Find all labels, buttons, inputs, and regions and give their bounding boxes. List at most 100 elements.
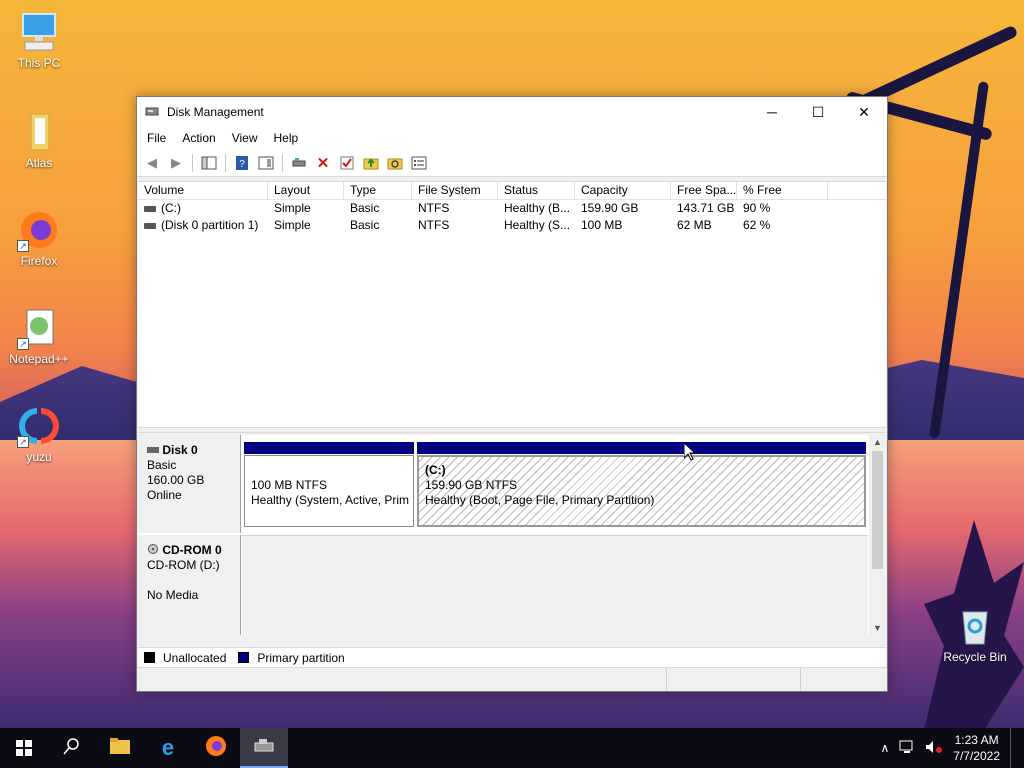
cell-capacity: 159.90 GB [581, 201, 639, 215]
table-row[interactable]: (Disk 0 partition 1) Simple Basic NTFS H… [138, 217, 886, 234]
list-view-icon[interactable] [408, 152, 430, 174]
title-bar[interactable]: Disk Management ─ ☐ ✕ [137, 97, 887, 127]
network-icon[interactable] [899, 740, 915, 757]
scroll-up-arrow-icon[interactable]: ▲ [869, 435, 886, 449]
disk-0-name: Disk 0 [162, 443, 198, 457]
cell-capacity: 100 MB [581, 218, 623, 232]
taskbar-internet-explorer[interactable]: e [144, 728, 192, 768]
desktop-icon-yuzu[interactable]: ↗ yuzu [4, 404, 74, 464]
taskbar-firefox[interactable] [192, 728, 240, 768]
start-button[interactable] [0, 728, 48, 768]
folder-up-icon[interactable] [360, 152, 382, 174]
window-title: Disk Management [167, 105, 264, 119]
scrollbar-thumb[interactable] [872, 451, 883, 569]
toolbar-separator [225, 153, 226, 172]
scroll-down-arrow-icon[interactable]: ▼ [869, 621, 886, 635]
check-icon[interactable] [336, 152, 358, 174]
column-header-status[interactable]: Status [498, 182, 575, 199]
volume-muted-icon[interactable] [925, 740, 943, 757]
volume-list: Volume Layout Type File System Status Ca… [138, 181, 886, 427]
svg-text:?: ? [239, 159, 245, 170]
recycle-bin-icon [953, 604, 997, 648]
graphical-view-scrollbar[interactable]: ▲ ▼ [869, 435, 886, 635]
disk-management-app-icon [145, 104, 159, 121]
cdrom-icon [147, 543, 159, 557]
volume-list-header: Volume Layout Type File System Status Ca… [138, 182, 886, 200]
desktop-icon-label: This PC [17, 56, 61, 70]
search-folder-icon[interactable] [384, 152, 406, 174]
desktop-icon-label: Atlas [25, 156, 53, 170]
pane-splitter[interactable] [138, 427, 886, 433]
monitor-icon [17, 10, 61, 54]
toolbar-separator [282, 153, 283, 172]
table-row[interactable]: (C:) Simple Basic NTFS Healthy (B... 159… [138, 200, 886, 217]
cell-layout: Simple [274, 218, 311, 232]
column-header-type[interactable]: Type [344, 182, 412, 199]
cdrom-0-media: No Media [147, 588, 199, 602]
search-button[interactable] [48, 728, 96, 768]
desktop-icon-firefox[interactable]: ↗ Firefox [4, 208, 74, 268]
disk-management-window: Disk Management ─ ☐ ✕ File Action View H… [136, 96, 888, 692]
toolbar-separator [192, 153, 193, 172]
desktop-icon-this-pc[interactable]: This PC [4, 10, 74, 70]
menu-action[interactable]: Action [174, 131, 223, 145]
legend-primary: Primary partition [257, 650, 345, 665]
menu-help[interactable]: Help [266, 131, 307, 145]
help-icon[interactable]: ? [231, 152, 253, 174]
back-arrow-icon[interactable]: ◀ [141, 152, 163, 174]
status-bar [137, 667, 887, 691]
cell-type: Basic [350, 218, 380, 232]
properties-pane-icon[interactable] [255, 152, 277, 174]
maximize-button[interactable]: ☐ [795, 97, 841, 127]
delete-icon[interactable]: ✕ [312, 152, 334, 174]
cdrom-0-area [242, 535, 868, 635]
cdrom-0-name: CD-ROM 0 [162, 543, 222, 557]
show-hidden-icons-chevron-up-icon[interactable]: ∧ [880, 741, 889, 755]
desktop-icon-label: yuzu [26, 450, 52, 464]
menu-view[interactable]: View [224, 131, 266, 145]
taskbar-disk-management[interactable] [240, 728, 288, 768]
cell-file-system: NTFS [418, 218, 450, 232]
partition-c-drive[interactable]: (C:) 159.90 GB NTFS Healthy (Boot, Page … [417, 455, 866, 527]
taskbar: e ∧ 1:23 AM 7/7/2022 [0, 728, 1024, 768]
disk-0-label[interactable]: Disk 0 Basic 160.00 GB Online [138, 435, 241, 533]
column-header-capacity[interactable]: Capacity [575, 182, 671, 199]
cell-file-system: NTFS [418, 201, 450, 215]
folder-icon [109, 737, 131, 760]
cell-free-space: 143.71 GB [677, 201, 735, 215]
cell-type: Basic [350, 201, 380, 215]
column-header-percent-free[interactable]: % Free [737, 182, 828, 199]
forward-arrow-icon[interactable]: ▶ [165, 152, 187, 174]
show-desktop-button[interactable] [1010, 728, 1014, 768]
taskbar-clock[interactable]: 1:23 AM 7/7/2022 [953, 732, 1000, 764]
column-header-free-space[interactable]: Free Spa... [671, 182, 737, 199]
connect-virtual-disk-icon[interactable] [288, 152, 310, 174]
clock-date: 7/7/2022 [953, 749, 1000, 763]
drive-icon [144, 222, 156, 229]
menu-file[interactable]: File [139, 131, 174, 145]
column-header-volume[interactable]: Volume [138, 182, 268, 199]
desktop-icon-label: Recycle Bin [943, 650, 1007, 664]
close-button[interactable]: ✕ [841, 97, 887, 127]
partition-2-size: 159.90 GB NTFS [425, 478, 518, 492]
column-header-layout[interactable]: Layout [268, 182, 344, 199]
minimize-button[interactable]: ─ [749, 97, 795, 127]
partition-system-reserved[interactable]: 100 MB NTFS Healthy (System, Active, Pri… [244, 455, 414, 527]
desktop-icon-recycle-bin[interactable]: Recycle Bin [940, 604, 1010, 664]
primary-partition-swatch [238, 652, 250, 663]
partition-1-size: 100 MB NTFS [251, 478, 328, 492]
desktop-icon-notepad[interactable]: ↗ Notepad++ [4, 306, 74, 366]
disk-drive-icon [147, 443, 159, 457]
show-hide-console-tree-icon[interactable] [198, 152, 220, 174]
cell-layout: Simple [274, 201, 311, 215]
taskbar-file-explorer[interactable] [96, 728, 144, 768]
desktop-icon-atlas[interactable]: Atlas [4, 110, 74, 170]
cell-percent-free: 90 % [743, 201, 771, 215]
partition-2-name: (C:) [425, 463, 446, 477]
cdrom-0-label[interactable]: CD-ROM 0 CD-ROM (D:) No Media [138, 535, 241, 635]
cdrom-0-drive: CD-ROM (D:) [147, 558, 220, 572]
menu-bar: File Action View Help [137, 127, 887, 149]
column-header-file-system[interactable]: File System [412, 182, 498, 199]
firefox-icon: ↗ [17, 208, 61, 252]
cell-volume: (Disk 0 partition 1) [161, 218, 259, 232]
